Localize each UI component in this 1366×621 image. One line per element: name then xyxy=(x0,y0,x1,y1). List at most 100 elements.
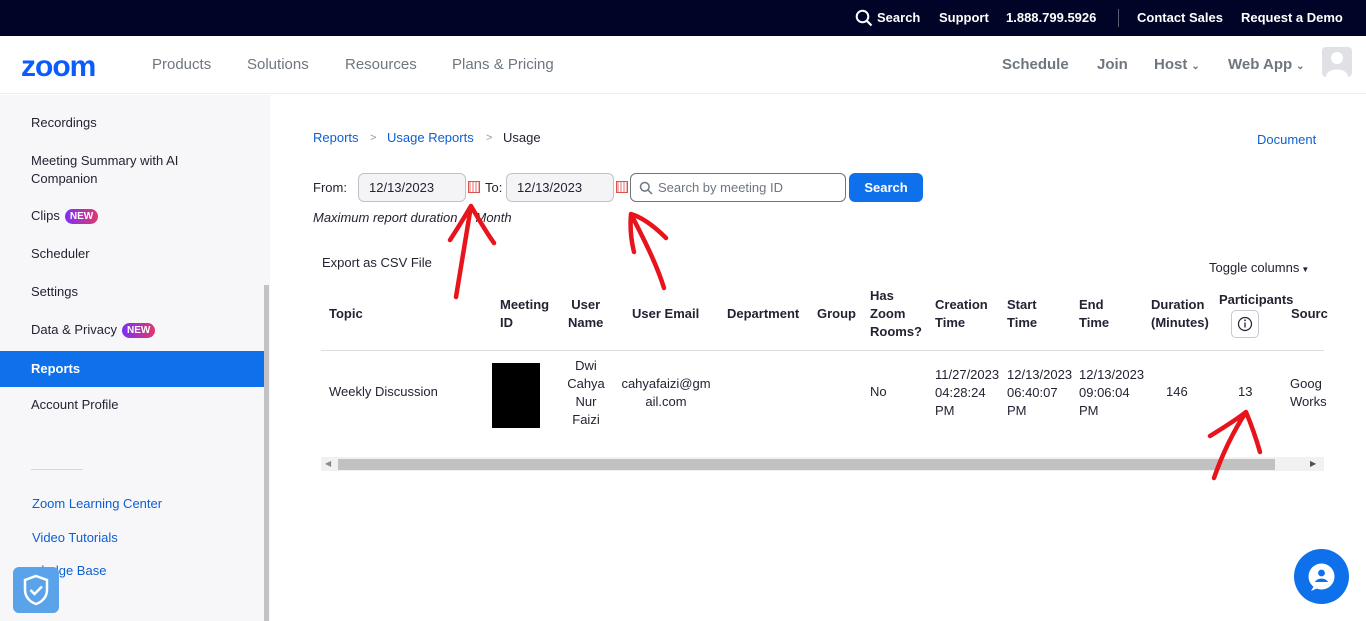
support-link[interactable]: Support xyxy=(939,10,989,25)
breadcrumb-usage-reports[interactable]: Usage Reports xyxy=(387,130,474,145)
header-meeting-id[interactable]: Meeting ID xyxy=(500,296,549,332)
support-chat-button[interactable] xyxy=(1294,549,1349,604)
cell-line: Faizi xyxy=(572,412,600,427)
header-has-zoom-rooms[interactable]: Has Zoom Rooms? xyxy=(870,287,922,341)
header-line: Name xyxy=(568,315,604,330)
header-line: Duration xyxy=(1151,297,1205,312)
sidebar-item-settings[interactable]: Settings xyxy=(31,283,78,301)
header-user-name[interactable]: User Name xyxy=(568,296,603,332)
cell-line: 12/13/2023 xyxy=(1079,367,1145,382)
header-topic[interactable]: Topic xyxy=(329,305,363,323)
header-source[interactable]: Sourc xyxy=(1291,305,1328,323)
header-start-time[interactable]: Start Time xyxy=(1007,296,1037,332)
header-participants[interactable]: Participants xyxy=(1219,291,1293,309)
cell-line: PM xyxy=(1079,403,1099,418)
breadcrumb-reports[interactable]: Reports xyxy=(313,130,359,145)
cell-line: Nur xyxy=(575,394,597,409)
nav-resources[interactable]: Resources xyxy=(345,56,417,73)
sidebar-item-reports[interactable]: Reports xyxy=(0,351,265,387)
learning-center-link[interactable]: Zoom Learning Center xyxy=(32,496,162,511)
nav-solutions[interactable]: Solutions xyxy=(247,56,309,73)
main-content: Reports > Usage Reports > Usage Document… xyxy=(270,95,1366,621)
breadcrumb-usage: Usage xyxy=(503,130,541,145)
nav-plans-pricing[interactable]: Plans & Pricing xyxy=(452,56,554,73)
avatar[interactable] xyxy=(1322,47,1352,77)
cell-line: 11/27/2023 xyxy=(935,367,1000,382)
cell-end-time: 12/13/2023 09:06:04 PM xyxy=(1079,366,1144,420)
top-search-link[interactable]: Search xyxy=(877,10,920,25)
chevron-down-icon: ⌄ xyxy=(1296,61,1305,72)
chevron-right-icon: > xyxy=(370,132,377,144)
contact-sales-link[interactable]: Contact Sales xyxy=(1137,10,1223,25)
header-line: Rooms? xyxy=(870,324,922,339)
chevron-right-icon: > xyxy=(486,132,493,144)
nav-host[interactable]: Host ⌄ xyxy=(1154,56,1200,73)
header-group[interactable]: Group xyxy=(817,305,856,323)
cell-line: PM xyxy=(935,403,955,418)
from-date-input[interactable]: 12/13/2023 xyxy=(358,173,466,202)
participants-link[interactable]: 13 xyxy=(1238,383,1252,401)
sidebar-scrollbar[interactable] xyxy=(264,285,269,621)
info-icon[interactable] xyxy=(1231,310,1259,338)
header-duration[interactable]: Duration (Minutes) xyxy=(1151,296,1209,332)
export-csv-link[interactable]: Export as CSV File xyxy=(322,254,432,272)
request-demo-link[interactable]: Request a Demo xyxy=(1241,10,1343,25)
header-line: Zoom xyxy=(870,306,906,321)
header-line: Time xyxy=(1007,315,1038,330)
sidebar-divider xyxy=(31,469,83,470)
nav-join[interactable]: Join xyxy=(1097,56,1128,73)
calendar-icon[interactable] xyxy=(616,181,628,193)
header-user-email[interactable]: User Email xyxy=(632,305,699,323)
toggle-columns-button[interactable]: Toggle columns ▼ xyxy=(1209,259,1309,279)
header-line: Meeting xyxy=(500,297,550,312)
meeting-id-redaction xyxy=(492,363,540,428)
header-creation-time[interactable]: Creation Time xyxy=(935,296,988,332)
phone-number[interactable]: 1.888.799.5926 xyxy=(1006,10,1096,25)
to-date-input[interactable]: 12/13/2023 xyxy=(506,173,614,202)
top-divider xyxy=(1118,9,1119,27)
header-department[interactable]: Department xyxy=(727,305,799,323)
video-tutorials-link[interactable]: Video Tutorials xyxy=(32,530,118,545)
shield-icon[interactable] xyxy=(13,567,59,613)
top-utility-bar: Search Support 1.888.799.5926 Contact Sa… xyxy=(0,0,1366,36)
scrollbar-thumb[interactable] xyxy=(338,459,1275,470)
search-icon xyxy=(639,181,653,195)
sidebar: Recordings Meeting Summary with AI Compa… xyxy=(0,95,270,621)
sidebar-item-recordings[interactable]: Recordings xyxy=(31,114,97,132)
sidebar-item-data-privacy[interactable]: Data & Privacy NEW xyxy=(31,321,156,339)
sidebar-item-scheduler[interactable]: Scheduler xyxy=(31,245,90,263)
header-line: Start xyxy=(1007,297,1037,312)
meeting-id-search-input[interactable]: Search by meeting ID xyxy=(630,173,846,202)
cell-line: 06:40:07 xyxy=(1007,385,1058,400)
cell-duration: 146 xyxy=(1166,384,1188,399)
header-end-time[interactable]: End Time xyxy=(1079,296,1109,332)
header-line: Time xyxy=(1079,315,1110,330)
cell-line: ail.com xyxy=(645,394,687,409)
header-line: Time xyxy=(935,315,966,330)
nav-schedule[interactable]: Schedule xyxy=(1002,56,1069,73)
host-label: Host xyxy=(1154,56,1188,73)
zoom-logo[interactable]: zoom xyxy=(21,50,96,84)
header-line: Creation xyxy=(935,297,988,312)
search-icon[interactable] xyxy=(855,9,873,27)
header-line: (Minutes) xyxy=(1151,315,1209,330)
search-button[interactable]: Search xyxy=(849,173,923,202)
scroll-left-icon[interactable]: ◀ xyxy=(325,459,331,468)
scroll-right-icon[interactable]: ▶ xyxy=(1310,459,1316,468)
cell-line: PM xyxy=(1007,403,1027,418)
new-badge: NEW xyxy=(121,323,156,338)
cell-user-name: Dwi Cahya Nur Faizi xyxy=(566,357,606,429)
sidebar-item-clips[interactable]: Clips NEW xyxy=(31,207,99,225)
table-header-divider xyxy=(321,350,1324,351)
nav-products[interactable]: Products xyxy=(152,56,211,73)
search-placeholder: Search by meeting ID xyxy=(658,180,784,195)
table-horizontal-scrollbar[interactable]: ◀ ▶ xyxy=(321,457,1324,471)
nav-web-app[interactable]: Web App ⌄ xyxy=(1228,56,1305,73)
document-link[interactable]: Document xyxy=(1257,132,1316,147)
sidebar-item-label: Data & Privacy xyxy=(31,322,117,337)
sidebar-item-meeting-summary[interactable]: Meeting Summary with AI Companion xyxy=(31,152,211,188)
cell-creation-time: 11/27/2023 04:28:24 PM xyxy=(935,366,999,420)
main-navbar: zoom Products Solutions Resources Plans … xyxy=(0,36,1366,94)
calendar-icon[interactable] xyxy=(468,181,480,193)
sidebar-item-account-profile[interactable]: Account Profile xyxy=(31,396,118,414)
